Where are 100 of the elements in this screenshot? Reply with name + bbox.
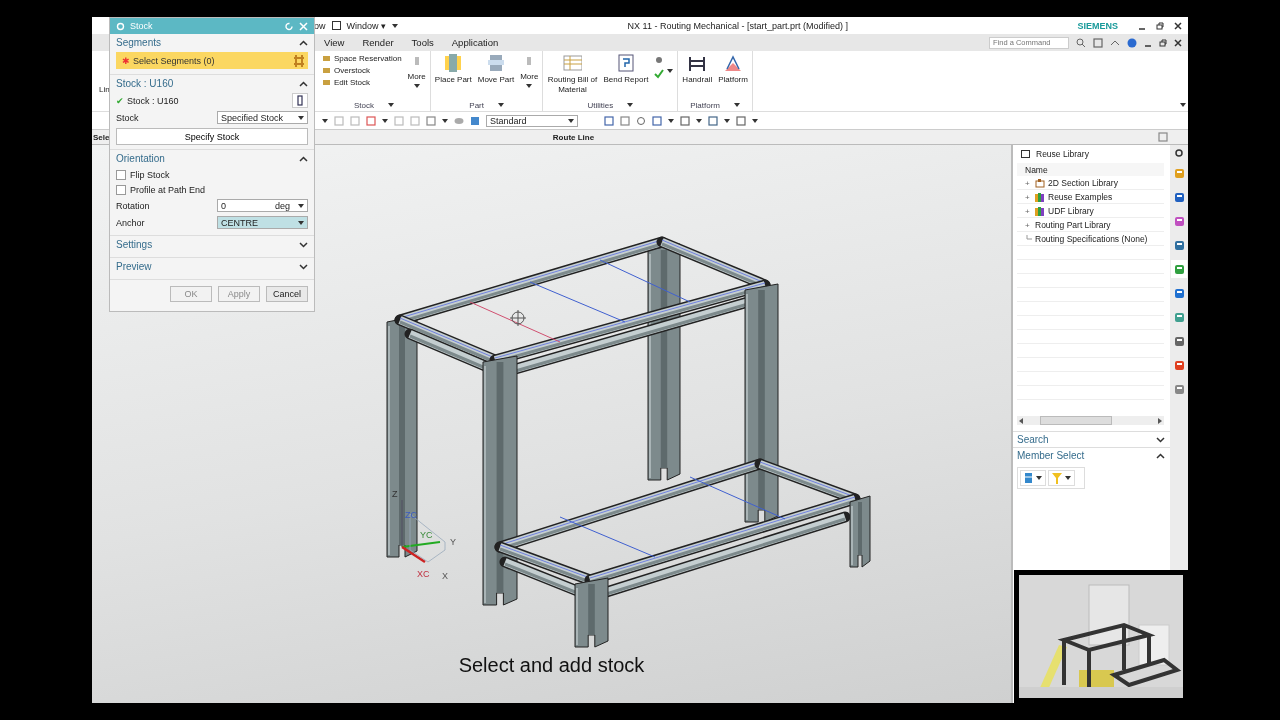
caret-icon[interactable] <box>298 220 304 225</box>
command-icon[interactable] <box>723 53 744 73</box>
dropdown[interactable]: CENTRE <box>217 216 308 229</box>
list-icon[interactable] <box>1024 472 1033 484</box>
menu-item[interactable]: View <box>324 37 345 48</box>
tree-item[interactable]: Reuse Examples <box>1048 192 1113 202</box>
caret-icon[interactable] <box>734 103 741 107</box>
section-title[interactable]: Stock : U160 <box>116 78 174 89</box>
horizontal-scrollbar[interactable] <box>1017 416 1164 425</box>
ribbon-label[interactable]: Lin <box>99 85 110 94</box>
close-icon[interactable] <box>1174 21 1182 30</box>
collapse-chevron-icon[interactable] <box>299 155 308 162</box>
tree-item[interactable]: UDF Library <box>1048 206 1094 216</box>
window-icon[interactable] <box>331 21 341 30</box>
tree-item[interactable]: Routing Specifications (None) <box>1035 234 1148 244</box>
view-icon[interactable] <box>604 115 614 126</box>
checkbox[interactable] <box>116 184 126 195</box>
refresh-icon[interactable] <box>636 115 646 126</box>
selection-step[interactable]: ✱ Select Segments (0) <box>116 52 308 69</box>
scroll-right-icon[interactable] <box>1158 417 1162 424</box>
scroll-left-icon[interactable] <box>1019 417 1023 424</box>
stock-button[interactable] <box>292 93 308 108</box>
restore-icon[interactable] <box>1156 21 1164 30</box>
filter-icon[interactable] <box>736 115 746 126</box>
panel-icon[interactable] <box>1021 150 1030 158</box>
tree-item[interactable]: Routing Part Library <box>1035 220 1111 230</box>
expand-chevron-icon[interactable] <box>299 263 308 270</box>
specify-stock-button[interactable]: Specify Stock <box>116 128 308 145</box>
section-folder-icon[interactable] <box>1035 178 1045 188</box>
caret-icon[interactable] <box>382 118 388 123</box>
grid-icon[interactable] <box>652 115 662 126</box>
caret-icon[interactable] <box>724 118 730 123</box>
number-field[interactable]: 0 deg <box>217 199 308 212</box>
select-box-icon[interactable] <box>426 115 436 126</box>
ribbon-command[interactable]: Platform <box>718 75 748 85</box>
ribbon-command[interactable]: Routing Bill of Material <box>547 75 598 95</box>
caret-icon[interactable] <box>392 23 399 28</box>
tree-item[interactable]: 2D Section Library <box>1048 178 1118 188</box>
expand-chevron-icon[interactable] <box>1156 436 1165 443</box>
caret-icon[interactable] <box>497 103 504 107</box>
search-icon[interactable] <box>1076 37 1086 48</box>
caret-icon[interactable] <box>627 103 634 107</box>
ribbon-command[interactable]: Move Part <box>477 75 515 85</box>
expand-chevron-icon[interactable] <box>299 241 308 248</box>
type-filter-button[interactable] <box>1020 470 1046 486</box>
menu-item[interactable]: Render <box>362 37 394 48</box>
ribbon-command[interactable]: Handrail <box>682 75 713 85</box>
caret-icon[interactable] <box>668 118 674 123</box>
section-title[interactable]: Search <box>1017 434 1049 445</box>
quick-access-label[interactable]: ow <box>314 20 326 31</box>
close-icon[interactable] <box>1174 38 1182 47</box>
caret-icon[interactable] <box>442 118 448 123</box>
caret-icon[interactable] <box>298 115 304 120</box>
section-title[interactable]: Segments <box>116 37 162 48</box>
expand-toggle[interactable]: + <box>1025 220 1032 230</box>
caret-icon[interactable] <box>1180 103 1186 107</box>
caret-icon[interactable] <box>413 84 420 88</box>
ribbon-command[interactable]: Bend Report <box>603 75 649 85</box>
caret-icon[interactable] <box>298 203 304 208</box>
caret-icon[interactable] <box>1065 476 1071 480</box>
layout-icon[interactable] <box>1093 37 1103 48</box>
more-button[interactable]: More <box>520 72 539 81</box>
caret-icon[interactable] <box>568 118 574 123</box>
check-icon[interactable] <box>654 69 665 79</box>
expand-toggle[interactable]: + <box>1025 206 1032 216</box>
caret-icon[interactable] <box>526 84 533 88</box>
shade-icon[interactable] <box>708 115 718 126</box>
snap-icon[interactable] <box>366 115 376 126</box>
help-icon[interactable] <box>1127 37 1137 48</box>
menu-item[interactable]: Tools <box>411 37 434 48</box>
dropdown[interactable]: Specified Stock <box>217 111 308 124</box>
ribbon-command[interactable]: Overstock <box>322 66 402 75</box>
collapse-ribbon-icon[interactable] <box>1110 38 1120 47</box>
ribbon-command[interactable]: Space Reservation <box>322 54 402 63</box>
expand-toggle[interactable]: + <box>1025 178 1032 188</box>
restore-icon[interactable] <box>1159 38 1167 47</box>
cube-icon[interactable] <box>470 115 480 126</box>
display-icon[interactable] <box>680 115 690 126</box>
caret-icon[interactable] <box>752 118 758 123</box>
view-style-dropdown[interactable]: Standard <box>486 114 578 127</box>
filter-button[interactable] <box>1048 470 1075 486</box>
dialog-button[interactable]: Cancel <box>266 286 308 302</box>
caret-icon[interactable] <box>1036 476 1042 480</box>
collapse-chevron-icon[interactable] <box>1156 452 1165 459</box>
view-icon[interactable] <box>620 115 630 126</box>
ribbon-command[interactable]: Place Part <box>434 75 472 85</box>
column-header[interactable]: Name <box>1025 164 1048 175</box>
checkbox[interactable] <box>116 169 126 180</box>
section-title[interactable]: Orientation <box>116 153 165 164</box>
window-menu[interactable]: Window ▾ <box>346 20 387 31</box>
section-title[interactable]: Settings <box>116 239 153 250</box>
caret-icon[interactable] <box>696 118 702 123</box>
collapse-chevron-icon[interactable] <box>299 39 308 46</box>
expand-toggle[interactable]: + <box>1025 192 1032 202</box>
caret-icon[interactable] <box>322 118 328 123</box>
menu-item[interactable]: Application <box>451 37 499 48</box>
section-title[interactable]: Preview <box>116 261 152 272</box>
section-title[interactable]: Member Select <box>1017 450 1085 461</box>
settings-icon[interactable] <box>1174 148 1184 158</box>
ribbon-command[interactable]: Edit Stock <box>322 78 402 87</box>
